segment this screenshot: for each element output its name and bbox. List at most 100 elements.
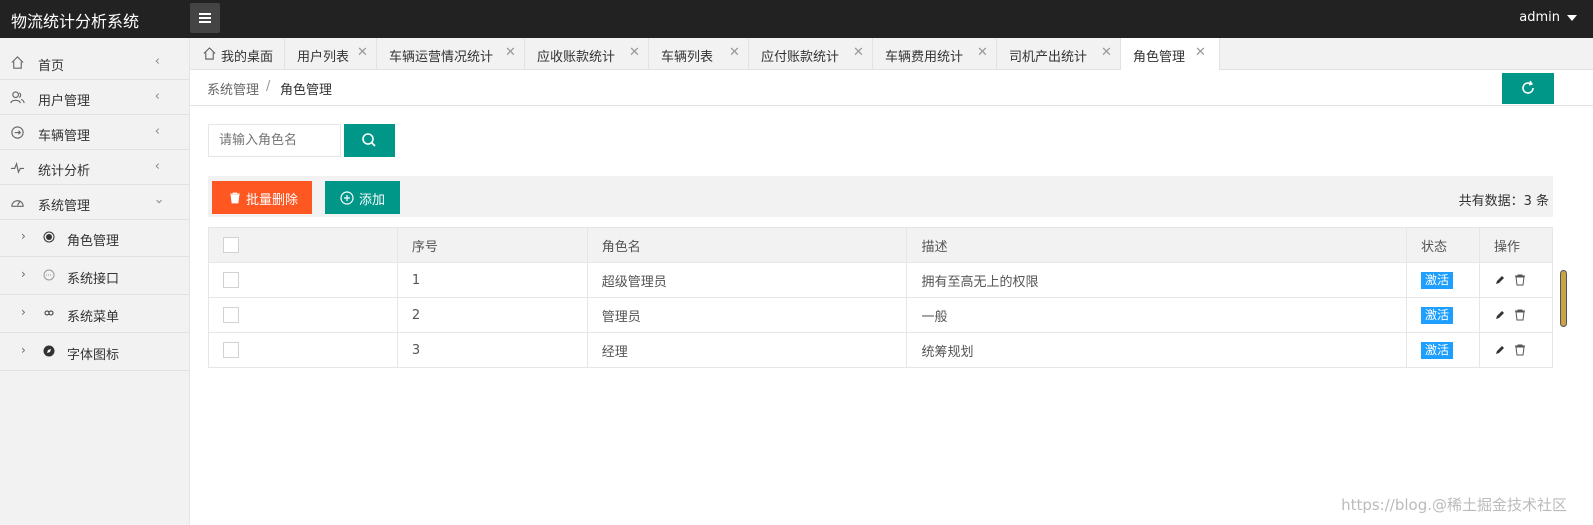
column-header-status: 状态 xyxy=(1406,227,1480,263)
tab-user-list[interactable]: 用户列表 ✕ xyxy=(285,38,377,70)
chevron-left-icon: ‹ xyxy=(154,159,160,174)
sidebar-item-label: 用户管理 xyxy=(38,94,91,109)
cell-description: 一般 xyxy=(906,297,1408,333)
tab-role-management[interactable]: 角色管理 ✕ xyxy=(1121,38,1220,71)
tab-label: 用户列表 xyxy=(297,50,350,65)
cell-index: 2 xyxy=(396,297,588,333)
cell-role-name: 管理员 xyxy=(586,297,908,333)
role-table: 序号 角色名 描述 状态 操作 1 超级管理员 拥有至高无上的权限 激活 2 管… xyxy=(208,227,1553,368)
sidebar-subitem-label: 系统接口 xyxy=(67,272,120,287)
tab-desktop[interactable]: 我的桌面 xyxy=(190,38,285,70)
tab-driver-output[interactable]: 司机产出统计 ✕ xyxy=(997,38,1121,70)
interface-icon xyxy=(43,269,55,281)
tab-receivables[interactable]: 应收账款统计 ✕ xyxy=(525,38,649,70)
sidebar-item-users[interactable]: 用户管理 ‹ xyxy=(0,80,190,115)
delete-icon[interactable] xyxy=(1514,309,1526,321)
sidebar-item-label: 车辆管理 xyxy=(38,129,91,144)
status-badge[interactable]: 激活 xyxy=(1421,271,1454,289)
sidebar-item-label: 统计分析 xyxy=(38,164,91,179)
batch-delete-button[interactable]: 批量删除 xyxy=(212,181,312,214)
tab-label: 应付账款统计 xyxy=(761,50,840,65)
cell-description: 拥有至高无上的权限 xyxy=(906,262,1408,298)
close-icon[interactable]: ✕ xyxy=(729,45,740,60)
cell-role-name: 超级管理员 xyxy=(586,262,908,298)
app-title: 物流统计分析系统 xyxy=(11,12,140,31)
sidebar-item-home[interactable]: 首页 ‹ xyxy=(0,45,190,80)
cell-index: 1 xyxy=(396,262,588,298)
status-badge[interactable]: 激活 xyxy=(1421,306,1454,324)
sidebar-item-statistics[interactable]: 统计分析 ‹ xyxy=(0,150,190,185)
sidebar: 首页 ‹ 用户管理 ‹ 车辆管理 ‹ 统计分析 ‹ 系统管理 ‹ › 角色管理 … xyxy=(0,38,190,525)
chevron-left-icon: ‹ xyxy=(154,124,160,139)
toolbar xyxy=(208,176,1553,217)
sidebar-item-system[interactable]: 系统管理 ‹ xyxy=(0,185,190,220)
search-button[interactable] xyxy=(344,124,395,157)
delete-icon[interactable] xyxy=(1514,274,1526,286)
close-icon[interactable]: ✕ xyxy=(505,45,516,60)
table-row: 3 经理 统筹规划 激活 xyxy=(208,332,1553,368)
close-icon[interactable]: ✕ xyxy=(629,45,640,60)
table-header-row: 序号 角色名 描述 状态 操作 xyxy=(208,227,1553,263)
hamburger-icon-line xyxy=(199,21,211,23)
tab-label: 角色管理 xyxy=(1133,50,1186,65)
total-count: 共有数据：3 条 xyxy=(1458,194,1549,209)
delete-icon[interactable] xyxy=(1514,344,1526,356)
sidebar-item-label: 首页 xyxy=(38,59,65,74)
column-header-actions: 操作 xyxy=(1479,227,1553,263)
tab-label: 车辆费用统计 xyxy=(885,50,964,65)
link-icon xyxy=(44,310,54,316)
cell-description: 统筹规划 xyxy=(906,332,1408,368)
chevron-right-icon: › xyxy=(21,305,26,319)
row-checkbox[interactable] xyxy=(223,342,239,358)
breadcrumb-separator: / xyxy=(266,79,271,94)
sidebar-subitem-label: 角色管理 xyxy=(67,234,120,249)
tab-label: 应收账款统计 xyxy=(537,50,616,65)
tab-bar: 我的桌面 用户列表 ✕ 车辆运营情况统计 ✕ 应收账款统计 ✕ 车辆列表 ✕ 应… xyxy=(190,38,1593,71)
watermark: https://blog.@稀土掘金技术社区 xyxy=(1341,496,1567,514)
tab-label: 司机产出统计 xyxy=(1009,50,1088,65)
tab-label: 车辆列表 xyxy=(661,50,714,65)
tab-payables[interactable]: 应付账款统计 ✕ xyxy=(749,38,873,70)
edit-icon[interactable] xyxy=(1494,344,1506,356)
breadcrumb-current: 角色管理 xyxy=(280,83,333,98)
select-all-checkbox[interactable] xyxy=(223,237,239,253)
users-icon xyxy=(10,91,25,104)
breadcrumb-parent[interactable]: 系统管理 xyxy=(207,79,259,98)
sidebar-subitem-font-icons[interactable]: › 字体图标 xyxy=(0,333,190,371)
cell-index: 3 xyxy=(396,332,588,368)
tab-vehicle-costs[interactable]: 车辆费用统计 ✕ xyxy=(873,38,997,70)
sidebar-subitem-interface[interactable]: › 系统接口 xyxy=(0,257,190,295)
sidebar-subitem-label: 系统菜单 xyxy=(67,310,120,325)
menu-toggle-button[interactable] xyxy=(190,3,220,33)
scrollbar-thumb[interactable] xyxy=(1560,270,1567,327)
close-icon[interactable]: ✕ xyxy=(1101,45,1112,60)
edit-icon[interactable] xyxy=(1494,274,1506,286)
table-row: 2 管理员 一般 激活 xyxy=(208,297,1553,333)
close-icon[interactable]: ✕ xyxy=(977,45,988,60)
sidebar-item-label: 系统管理 xyxy=(38,199,91,214)
home-icon xyxy=(11,56,24,69)
user-menu[interactable]: admin xyxy=(1519,10,1560,25)
column-header-index: 序号 xyxy=(396,227,588,263)
pulse-icon xyxy=(10,161,25,174)
row-checkbox[interactable] xyxy=(223,307,239,323)
sidebar-subitem-roles[interactable]: › 角色管理 xyxy=(0,219,190,257)
record-icon xyxy=(43,231,55,243)
chevron-down-icon: ‹ xyxy=(151,198,167,205)
chevron-right-icon: › xyxy=(21,229,26,243)
close-icon[interactable]: ✕ xyxy=(1195,45,1206,60)
close-icon[interactable]: ✕ xyxy=(357,45,368,60)
row-checkbox[interactable] xyxy=(223,272,239,288)
sidebar-item-vehicles[interactable]: 车辆管理 ‹ xyxy=(0,115,190,150)
role-name-search-input[interactable] xyxy=(208,124,341,157)
caret-down-icon[interactable] xyxy=(1567,15,1577,21)
add-role-button[interactable]: 添加 xyxy=(325,181,400,214)
tab-vehicle-list[interactable]: 车辆列表 ✕ xyxy=(649,38,749,70)
refresh-button[interactable] xyxy=(1502,73,1554,104)
edit-icon[interactable] xyxy=(1494,309,1506,321)
status-badge[interactable]: 激活 xyxy=(1421,341,1454,359)
sidebar-subitem-menu[interactable]: › 系统菜单 xyxy=(0,295,190,333)
close-icon[interactable]: ✕ xyxy=(853,45,864,60)
trash-icon xyxy=(230,192,240,204)
tab-vehicle-operations[interactable]: 车辆运营情况统计 ✕ xyxy=(377,38,525,70)
